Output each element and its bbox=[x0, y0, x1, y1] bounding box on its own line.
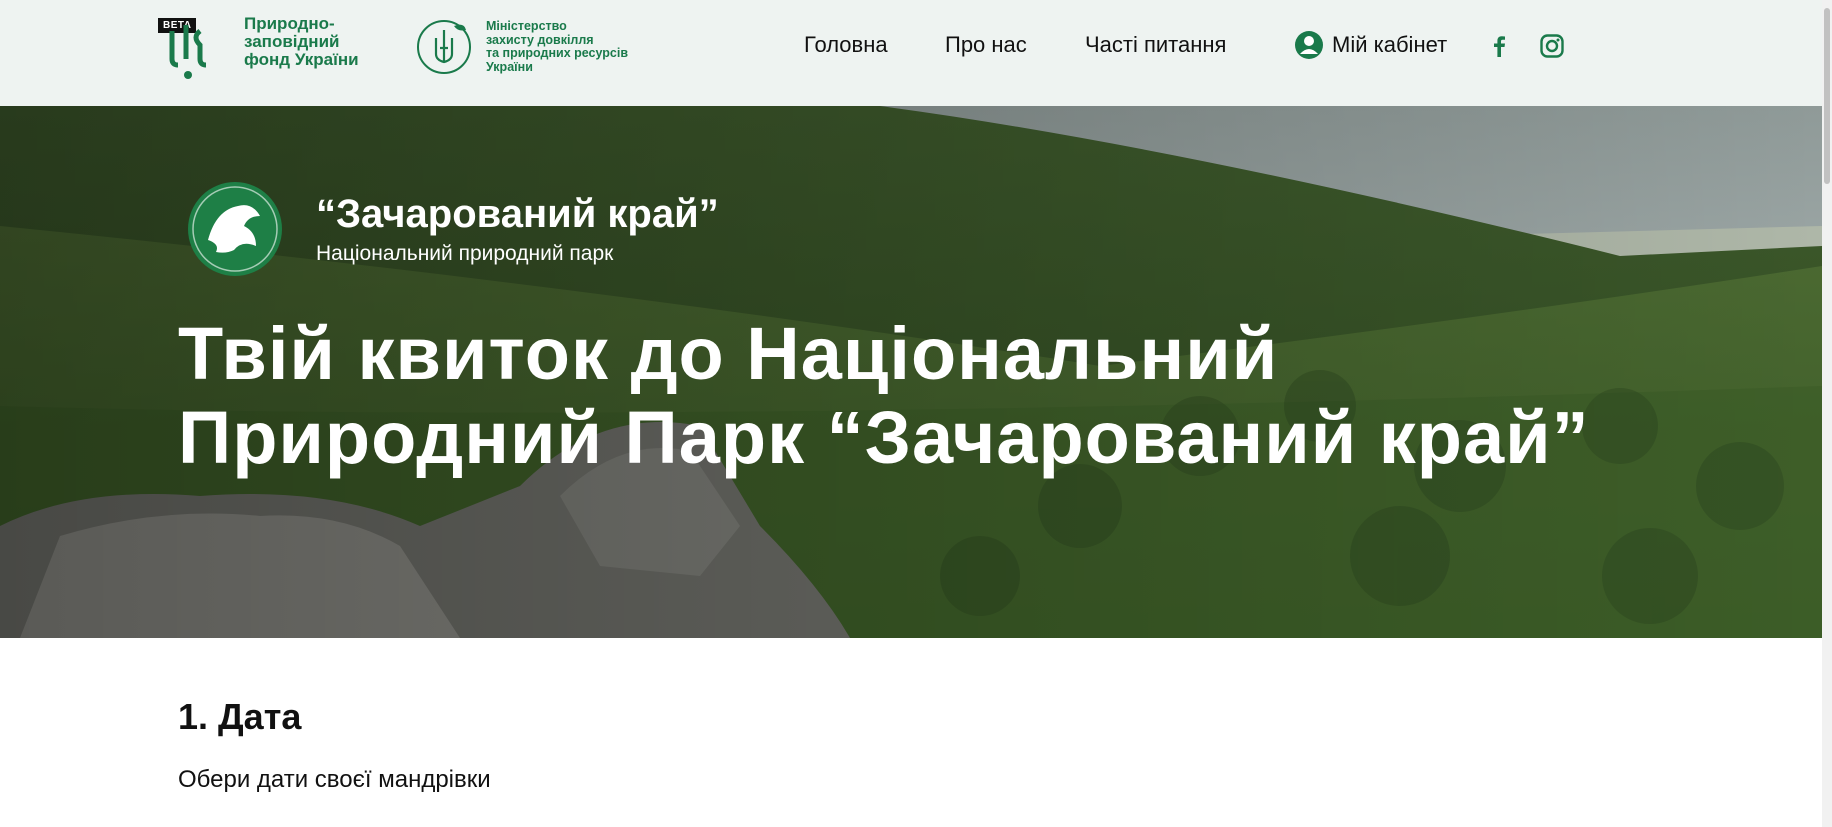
ministry-emblem-icon bbox=[417, 20, 471, 74]
my-cabinet-label: Мій кабінет bbox=[1332, 32, 1448, 57]
date-section-title: 1. Дата bbox=[178, 696, 302, 737]
park-type: Національний природний парк bbox=[316, 242, 614, 265]
park-emblem-icon bbox=[188, 182, 282, 276]
pzf-brand-name: Природно- заповідний фонд України bbox=[244, 14, 359, 69]
user-circle-icon bbox=[1295, 31, 1323, 59]
park-name: “Зачарований край” bbox=[316, 192, 719, 236]
nav-home[interactable]: Головна bbox=[804, 32, 888, 58]
facebook-icon[interactable] bbox=[1486, 33, 1512, 59]
scrollbar-thumb[interactable] bbox=[1824, 8, 1830, 184]
site-header: BETA Природно- заповідний фонд України М… bbox=[0, 0, 1822, 106]
pzf-logo-icon bbox=[169, 25, 207, 79]
date-section-subtitle: Обери дати своєї мандрівки bbox=[178, 766, 491, 793]
pzf-logo-link[interactable]: BETA Природно- заповідний фонд України bbox=[158, 15, 398, 81]
nav-faq[interactable]: Часті питання bbox=[1085, 32, 1226, 58]
hero-banner: “Зачарований край” Національний природни… bbox=[0, 106, 1822, 638]
page-scrollbar[interactable] bbox=[1822, 0, 1832, 827]
nav-about[interactable]: Про нас bbox=[945, 32, 1027, 58]
instagram-icon[interactable] bbox=[1539, 33, 1565, 59]
ministry-name: Міністерство захисту довкілля та природн… bbox=[486, 19, 629, 74]
ministry-logo-link[interactable]: Міністерство захисту довкілля та природн… bbox=[416, 18, 656, 78]
hero-title: Твій квиток до Національний Природний Па… bbox=[178, 312, 1590, 479]
